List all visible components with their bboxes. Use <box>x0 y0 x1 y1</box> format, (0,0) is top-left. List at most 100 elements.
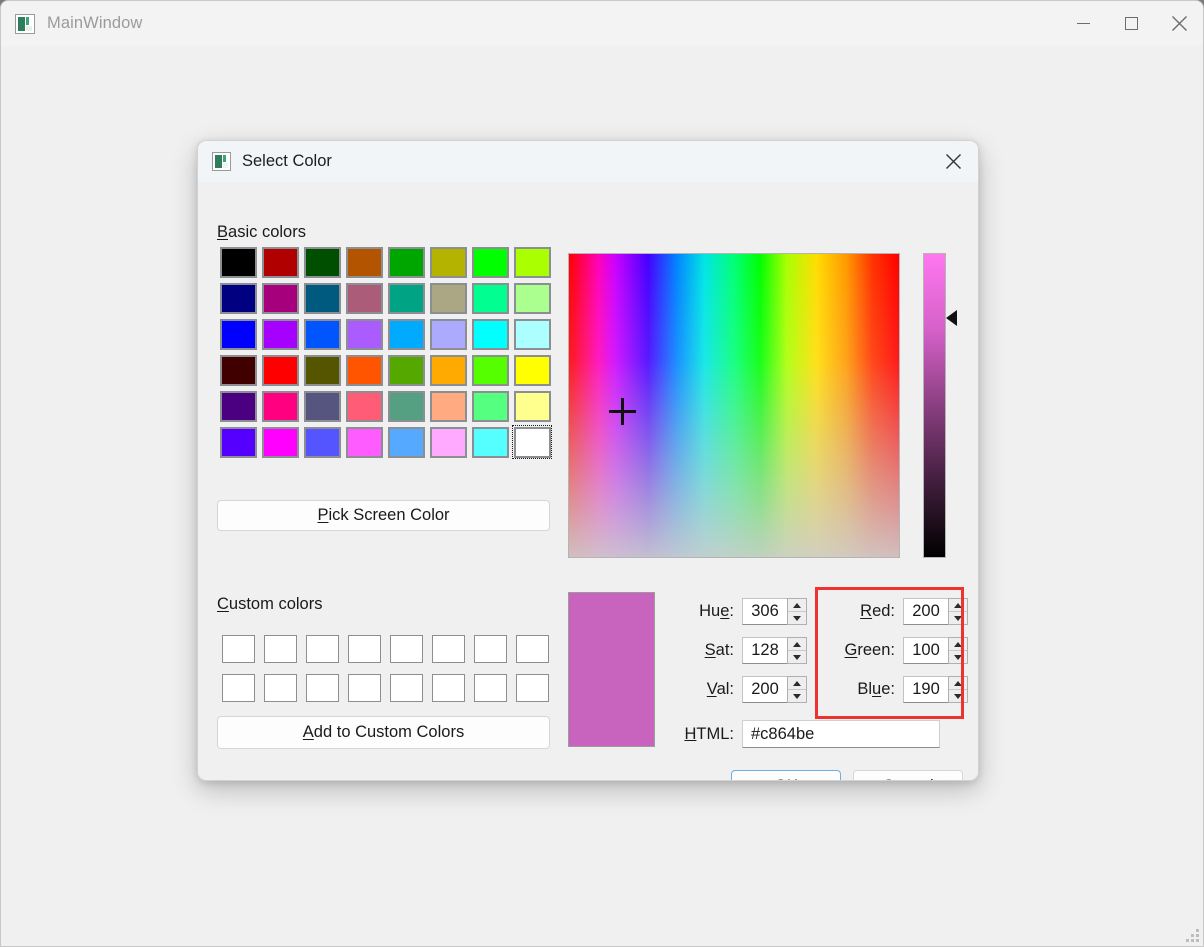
basic-color-swatch[interactable] <box>343 244 385 280</box>
basic-color-swatch[interactable] <box>511 388 553 424</box>
basic-color-swatch[interactable] <box>427 424 469 460</box>
hsv-field-stepper[interactable] <box>787 676 807 703</box>
basic-color-swatch[interactable] <box>301 244 343 280</box>
saturation-value-picker[interactable] <box>568 253 900 558</box>
basic-color-swatch[interactable] <box>301 424 343 460</box>
spin-up-arrow-icon[interactable] <box>788 599 806 612</box>
spin-up-arrow-icon[interactable] <box>788 677 806 690</box>
basic-color-swatch[interactable] <box>217 244 259 280</box>
custom-color-swatch[interactable] <box>427 668 469 707</box>
custom-color-swatch[interactable] <box>385 629 427 668</box>
close-button[interactable] <box>1155 1 1203 46</box>
custom-color-swatch[interactable] <box>259 629 301 668</box>
basic-color-swatch[interactable] <box>427 388 469 424</box>
basic-color-swatch[interactable] <box>343 316 385 352</box>
basic-color-swatch[interactable] <box>427 280 469 316</box>
left-triangle-icon[interactable] <box>946 310 957 326</box>
custom-color-swatch[interactable] <box>511 629 553 668</box>
spin-down-arrow-icon[interactable] <box>788 651 806 663</box>
hsv-field-stepper[interactable] <box>787 598 807 625</box>
basic-color-swatch[interactable] <box>511 424 553 460</box>
hsv-field-spinbox[interactable]: 306 <box>742 598 807 625</box>
custom-color-swatch[interactable] <box>469 629 511 668</box>
custom-color-swatch[interactable] <box>301 668 343 707</box>
basic-color-swatch[interactable] <box>385 352 427 388</box>
basic-color-swatch[interactable] <box>259 316 301 352</box>
minimize-button[interactable] <box>1059 1 1107 46</box>
hsv-fields-group: Hue: 306 Sat: 128 Val: 200 <box>676 592 807 709</box>
hsv-field-stepper[interactable] <box>787 637 807 664</box>
basic-color-swatch[interactable] <box>301 316 343 352</box>
custom-color-swatch[interactable] <box>217 629 259 668</box>
basic-color-swatch[interactable] <box>511 280 553 316</box>
value-slider[interactable] <box>923 253 946 558</box>
basic-color-swatch[interactable] <box>217 352 259 388</box>
swatch-fill <box>387 354 425 386</box>
spin-down-arrow-icon[interactable] <box>788 690 806 702</box>
maximize-button[interactable] <box>1107 1 1155 46</box>
basic-color-swatch[interactable] <box>469 352 511 388</box>
basic-color-swatch[interactable] <box>343 280 385 316</box>
hsv-field-spinbox[interactable]: 200 <box>742 676 807 703</box>
custom-color-swatch[interactable] <box>343 668 385 707</box>
basic-color-swatch[interactable] <box>259 244 301 280</box>
basic-color-swatch[interactable] <box>217 316 259 352</box>
basic-colors-grid[interactable] <box>217 244 553 460</box>
basic-color-swatch[interactable] <box>469 424 511 460</box>
basic-color-swatch[interactable] <box>511 316 553 352</box>
basic-color-swatch[interactable] <box>301 352 343 388</box>
basic-color-swatch[interactable] <box>469 244 511 280</box>
custom-color-swatch[interactable] <box>469 668 511 707</box>
hsv-field-input[interactable]: 306 <box>742 598 787 625</box>
basic-color-swatch[interactable] <box>511 352 553 388</box>
basic-color-swatch[interactable] <box>385 424 427 460</box>
basic-color-swatch[interactable] <box>259 352 301 388</box>
spin-up-arrow-icon[interactable] <box>788 638 806 651</box>
basic-color-swatch[interactable] <box>427 316 469 352</box>
basic-color-swatch[interactable] <box>427 244 469 280</box>
basic-color-swatch[interactable] <box>343 352 385 388</box>
custom-color-swatch[interactable] <box>427 629 469 668</box>
basic-color-swatch[interactable] <box>301 280 343 316</box>
basic-color-swatch[interactable] <box>469 388 511 424</box>
swatch-fill <box>429 354 467 386</box>
swatch-fill <box>261 318 299 350</box>
hsv-field-input[interactable]: 200 <box>742 676 787 703</box>
add-to-custom-colors-button[interactable]: Add to Custom Colors <box>217 716 550 749</box>
pick-screen-color-button[interactable]: Pick Screen Color <box>217 500 550 531</box>
basic-color-swatch[interactable] <box>259 280 301 316</box>
basic-color-swatch[interactable] <box>385 316 427 352</box>
hsv-field-input[interactable]: 128 <box>742 637 787 664</box>
basic-color-swatch[interactable] <box>217 388 259 424</box>
basic-color-swatch[interactable] <box>469 316 511 352</box>
custom-color-swatch[interactable] <box>511 668 553 707</box>
custom-color-swatch[interactable] <box>217 668 259 707</box>
dialog-close-button[interactable] <box>928 141 978 182</box>
custom-colors-grid[interactable] <box>217 629 553 707</box>
custom-color-swatch[interactable] <box>301 629 343 668</box>
custom-color-swatch[interactable] <box>343 629 385 668</box>
custom-color-swatch[interactable] <box>259 668 301 707</box>
basic-colors-label: Basic colors <box>217 223 306 241</box>
basic-color-swatch[interactable] <box>385 244 427 280</box>
basic-color-swatch[interactable] <box>217 280 259 316</box>
basic-color-swatch[interactable] <box>385 280 427 316</box>
basic-color-swatch[interactable] <box>343 388 385 424</box>
basic-color-swatch[interactable] <box>343 424 385 460</box>
basic-color-swatch[interactable] <box>469 280 511 316</box>
basic-color-swatch[interactable] <box>259 388 301 424</box>
resize-grip[interactable] <box>1183 926 1199 942</box>
basic-color-swatch[interactable] <box>511 244 553 280</box>
html-input[interactable]: #c864be <box>742 720 940 748</box>
cancel-button[interactable]: Cancel <box>853 770 963 780</box>
hsv-field-spinbox[interactable]: 128 <box>742 637 807 664</box>
basic-color-swatch[interactable] <box>217 424 259 460</box>
custom-color-swatch[interactable] <box>385 668 427 707</box>
spin-down-arrow-icon[interactable] <box>788 612 806 624</box>
basic-color-swatch[interactable] <box>427 352 469 388</box>
basic-color-swatch[interactable] <box>301 388 343 424</box>
swatch-fill <box>345 318 383 350</box>
ok-button[interactable]: OK <box>731 770 841 780</box>
basic-color-swatch[interactable] <box>385 388 427 424</box>
basic-color-swatch[interactable] <box>259 424 301 460</box>
